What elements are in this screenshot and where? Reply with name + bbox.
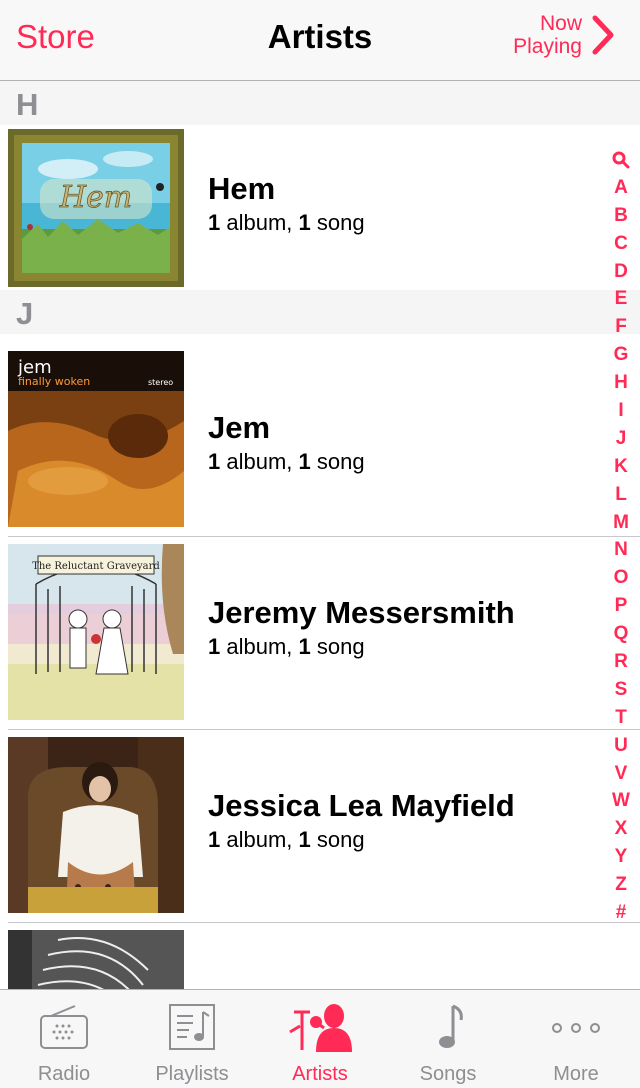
section-index[interactable]: A B C D E F G H I J K L M N O P Q R S T … bbox=[608, 146, 634, 927]
tab-label: Artists bbox=[292, 1063, 348, 1085]
chevron-right-icon bbox=[592, 15, 614, 55]
playlists-icon bbox=[169, 1004, 215, 1050]
tab-label: Radio bbox=[37, 1063, 91, 1085]
index-letter[interactable]: A bbox=[614, 174, 628, 202]
section-header-h: H bbox=[0, 81, 640, 125]
artist-row-jem[interactable]: jem finally woken stereo Jem 1 album, 1 … bbox=[0, 334, 640, 527]
index-letter[interactable]: H bbox=[614, 369, 628, 397]
tab-bar: Radio Playlists Artists Songs More bbox=[0, 989, 640, 1088]
album-word: album, bbox=[220, 634, 299, 659]
album-count: 1 bbox=[208, 449, 221, 474]
song-word: song bbox=[310, 827, 365, 852]
album-artwork: jem finally woken stereo bbox=[8, 351, 184, 527]
index-letter[interactable]: S bbox=[615, 676, 628, 704]
artist-name: Jessica Lea Mayfield bbox=[208, 788, 515, 823]
artist-row-jessica-lea-mayfield[interactable]: Jessica Lea Mayfield 1 album, 1 song bbox=[0, 730, 640, 923]
now-playing-line2: Playing bbox=[513, 35, 582, 58]
index-letter[interactable]: P bbox=[615, 592, 628, 620]
index-letter[interactable]: I bbox=[618, 397, 623, 425]
album-count: 1 bbox=[208, 210, 221, 235]
songs-icon bbox=[439, 1004, 463, 1048]
album-word: album, bbox=[220, 827, 299, 852]
song-count: 1 bbox=[298, 210, 311, 235]
song-count: 1 bbox=[298, 449, 311, 474]
index-letter[interactable]: N bbox=[614, 536, 628, 564]
index-letter[interactable]: Q bbox=[614, 620, 629, 648]
index-letter[interactable]: M bbox=[613, 509, 629, 537]
index-letter[interactable]: O bbox=[614, 564, 629, 592]
album-count: 1 bbox=[208, 827, 221, 852]
artwork-text: The Reluctant Graveyard bbox=[32, 561, 160, 572]
more-icon bbox=[552, 1023, 600, 1033]
index-search-icon[interactable] bbox=[612, 146, 630, 174]
tab-songs[interactable]: Songs bbox=[384, 990, 512, 1088]
radio-icon bbox=[40, 1005, 88, 1049]
index-letter[interactable]: L bbox=[615, 481, 627, 509]
svg-text:Hem: Hem bbox=[59, 180, 132, 215]
index-letter[interactable]: R bbox=[614, 648, 628, 676]
index-letter[interactable]: E bbox=[615, 285, 628, 313]
song-word: song bbox=[310, 210, 365, 235]
artist-row-hem[interactable]: Hem Hem 1 album, 1 song bbox=[0, 125, 640, 290]
index-letter[interactable]: Y bbox=[615, 843, 628, 871]
tab-playlists[interactable]: Playlists bbox=[128, 990, 256, 1088]
section-letter: J bbox=[16, 296, 34, 331]
album-artwork: Hem bbox=[8, 129, 184, 287]
index-letter[interactable]: T bbox=[615, 704, 627, 732]
section-letter: H bbox=[16, 87, 39, 122]
artist-meta: 1 album, 1 song bbox=[208, 827, 365, 853]
artist-name: Jem bbox=[208, 410, 271, 445]
navigation-bar: Store Artists Now Playing bbox=[0, 0, 640, 81]
index-letter[interactable]: J bbox=[616, 425, 627, 453]
artist-meta: 1 album, 1 song bbox=[208, 449, 365, 475]
artists-icon bbox=[289, 1004, 352, 1052]
tab-label: More bbox=[553, 1063, 599, 1085]
now-playing-line1: Now bbox=[539, 12, 582, 35]
index-letter[interactable]: F bbox=[615, 313, 627, 341]
tab-label: Playlists bbox=[155, 1063, 229, 1085]
tab-radio[interactable]: Radio bbox=[0, 990, 128, 1088]
album-artwork bbox=[8, 930, 184, 989]
song-count: 1 bbox=[298, 634, 311, 659]
index-letter[interactable]: X bbox=[615, 815, 628, 843]
section-header-j: J bbox=[0, 290, 640, 334]
index-letter[interactable]: U bbox=[614, 732, 628, 760]
tab-label: Songs bbox=[419, 1063, 477, 1085]
index-letter[interactable]: K bbox=[614, 453, 628, 481]
now-playing-button[interactable]: Now Playing bbox=[513, 12, 614, 58]
index-letter[interactable]: D bbox=[614, 258, 628, 286]
tab-more[interactable]: More bbox=[512, 990, 640, 1088]
song-word: song bbox=[310, 449, 365, 474]
artist-name: Hem bbox=[208, 171, 276, 206]
song-count: 1 bbox=[298, 827, 311, 852]
album-word: album, bbox=[220, 210, 299, 235]
album-word: album, bbox=[220, 449, 299, 474]
artist-list[interactable]: H Hem Hem 1 album, 1 song J jem finally … bbox=[0, 81, 640, 989]
index-letter[interactable]: G bbox=[614, 341, 629, 369]
tab-artists[interactable]: Artists bbox=[256, 990, 384, 1088]
album-count: 1 bbox=[208, 634, 221, 659]
artist-name: Jeremy Messersmith bbox=[208, 595, 515, 630]
index-letter[interactable]: C bbox=[614, 230, 628, 258]
index-letter[interactable]: Z bbox=[615, 871, 627, 899]
artwork-text: stereo bbox=[148, 378, 173, 387]
index-letter[interactable]: B bbox=[614, 202, 628, 230]
artist-row-partial[interactable] bbox=[0, 923, 640, 989]
album-artwork: The Reluctant Graveyard bbox=[8, 544, 184, 720]
now-playing-label: Now Playing bbox=[513, 12, 582, 58]
index-letter[interactable]: W bbox=[612, 787, 630, 815]
index-letter[interactable]: # bbox=[616, 899, 627, 927]
artist-meta: 1 album, 1 song bbox=[208, 210, 365, 236]
album-artwork bbox=[8, 737, 184, 913]
artist-row-jeremy-messersmith[interactable]: The Reluctant Graveyard Jeremy Messersmi… bbox=[0, 537, 640, 730]
artist-meta: 1 album, 1 song bbox=[208, 634, 365, 660]
index-letter[interactable]: V bbox=[615, 760, 628, 788]
song-word: song bbox=[310, 634, 365, 659]
artwork-text: finally woken bbox=[18, 375, 90, 388]
